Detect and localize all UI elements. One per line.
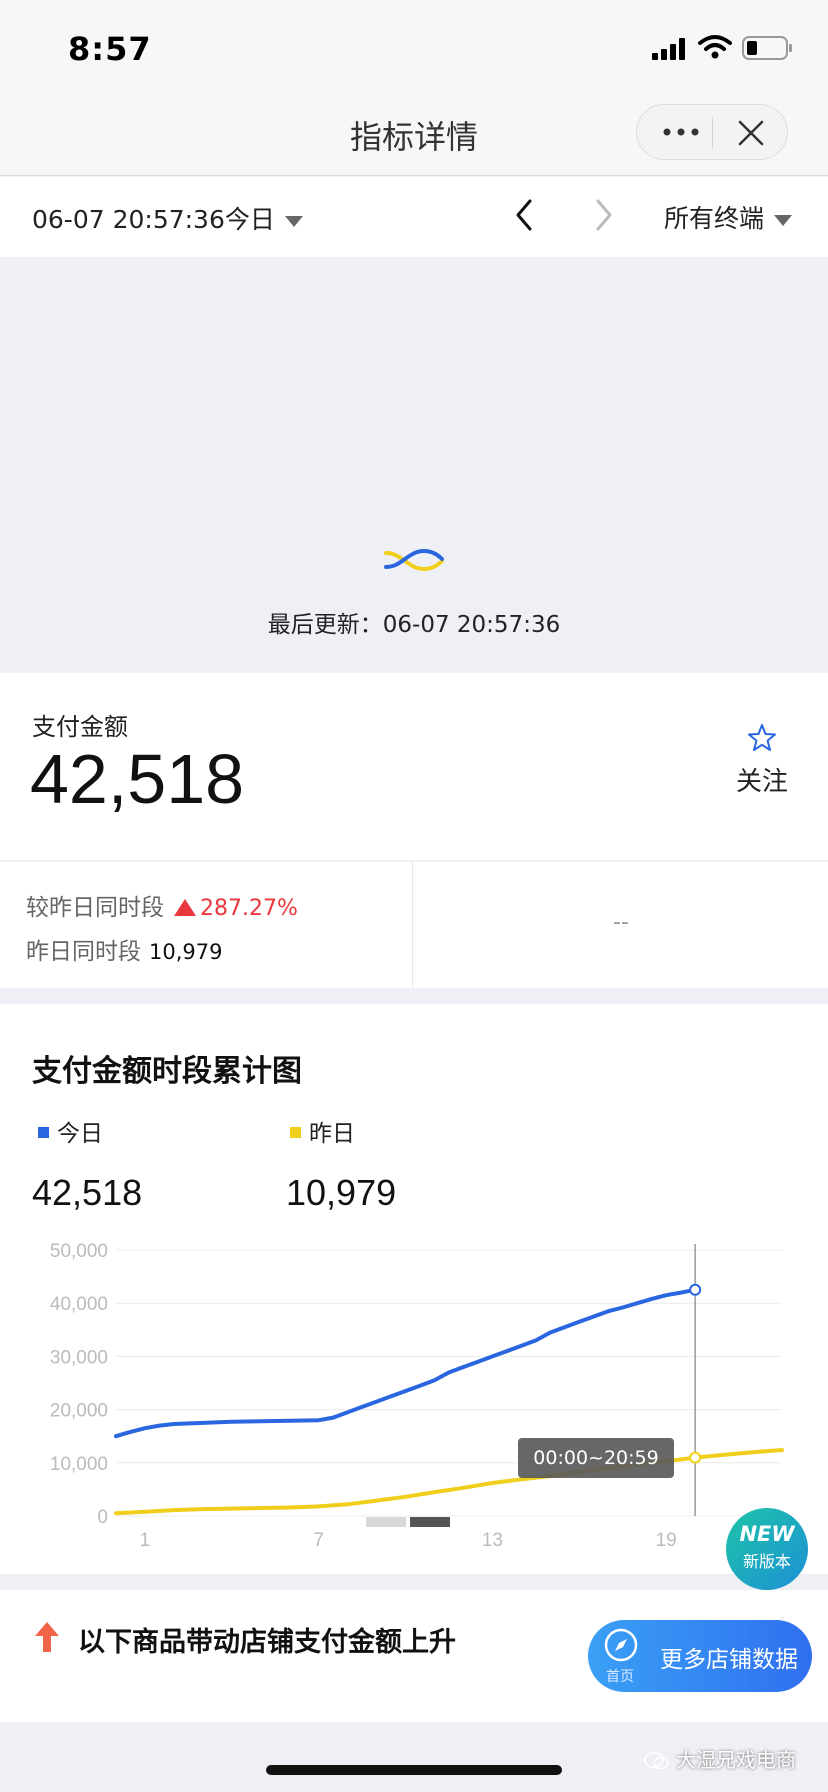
compare-placeholder: -- <box>613 910 629 935</box>
capsule-divider <box>712 117 713 149</box>
pager-dot-active[interactable] <box>410 1517 450 1527</box>
triangle-up-icon <box>174 899 196 916</box>
star-icon <box>748 724 776 751</box>
y-tick-label: 30,000 <box>50 1347 108 1368</box>
chart-card: 支付金额时段累计图 今日 昨日 42,518 10,979 50,000 40,0… <box>0 1004 828 1574</box>
cursor-point-yesterday <box>689 1451 702 1464</box>
status-time: 8:57 <box>68 30 152 68</box>
y-tick-label: 20,000 <box>50 1401 108 1422</box>
cumulative-line-chart[interactable]: 50,00040,00030,00020,00010,000017131922 <box>0 1226 828 1556</box>
x-tick-label: 19 <box>656 1530 677 1551</box>
date-label: 06-07 20:57:36今日 <box>32 205 275 234</box>
legend-square-yesterday <box>290 1127 301 1138</box>
metric-value: 42,518 <box>30 740 245 818</box>
watermark-text: 大湿兄戏电商 <box>676 1748 796 1772</box>
series-line-yesterday <box>114 1448 784 1516</box>
legend-today-label: 今日 <box>57 1121 103 1147</box>
follow-label: 关注 <box>735 767 788 797</box>
legend-yesterday: 昨日 <box>290 1114 355 1148</box>
x-tick-label: 7 <box>313 1530 324 1551</box>
x-tick-label: 1 <box>140 1530 151 1551</box>
y-tick-label: 40,000 <box>50 1294 108 1315</box>
value-today: 42,518 <box>32 1172 143 1213</box>
nav-bar: 指标详情 <box>0 96 828 176</box>
cursor-point-today <box>689 1283 702 1296</box>
date-selector[interactable]: 06-07 20:57:36今日 <box>32 200 303 236</box>
metric-label: 支付金额 <box>32 713 128 741</box>
new-version-badge[interactable]: NEW 新版本 <box>726 1508 808 1590</box>
value-yesterday: 10,979 <box>286 1172 397 1213</box>
watermark: 大湿兄戏电商 <box>644 1744 796 1773</box>
yesterday-label: 昨日同时段 <box>26 939 141 965</box>
compare-percent: 287.27% <box>200 896 298 921</box>
legend-yesterday-label: 昨日 <box>309 1121 355 1147</box>
loading-area: 最后更新：06-07 20:57:36 <box>0 257 828 672</box>
yesterday-value: 10,979 <box>149 940 223 964</box>
driver-products-title: 以下商品带动店铺支付金额上升 <box>78 1627 456 1658</box>
wechat-icon <box>644 1752 669 1770</box>
new-badge-sub: 新版本 <box>742 1552 791 1571</box>
x-tick-label: 13 <box>482 1530 503 1551</box>
close-icon[interactable] <box>737 119 765 147</box>
y-tick-label: 50,000 <box>50 1241 108 1262</box>
new-badge-title: NEW <box>739 1522 795 1546</box>
terminal-label: 所有终端 <box>664 204 765 233</box>
compass-icon <box>604 1628 638 1662</box>
compare-line: 较昨日同时段 287.27% <box>26 888 298 922</box>
terminal-selector[interactable]: 所有终端 <box>664 199 793 235</box>
chart-title: 支付金额时段累计图 <box>32 1054 302 1089</box>
compare-left: 较昨日同时段 287.27% 昨日同时段 10,979 <box>0 862 413 988</box>
metric-card: 支付金额 42,518 关注 <box>0 673 828 860</box>
arrow-up-icon <box>35 1622 59 1652</box>
home-label: 首页 <box>606 1669 634 1685</box>
more-icon[interactable] <box>655 115 713 149</box>
loading-logo-icon <box>384 548 444 572</box>
compare-right: -- <box>414 862 828 988</box>
compare-label: 较昨日同时段 <box>26 895 164 921</box>
series-line-today <box>114 1287 698 1439</box>
home-indicator <box>266 1765 562 1775</box>
last-update-text: 最后更新：06-07 20:57:36 <box>267 612 561 638</box>
signal-icon <box>652 38 685 60</box>
filter-bar: 06-07 20:57:36今日 所有终端 <box>0 177 828 257</box>
yesterday-line: 昨日同时段 10,979 <box>26 932 222 966</box>
battery-icon <box>742 36 792 60</box>
status-bar: 8:57 <box>0 0 828 96</box>
more-store-data-button[interactable]: 首页 更多店铺数据 <box>588 1620 812 1692</box>
chart-tooltip: 00:00~20:59 <box>518 1438 674 1478</box>
more-store-data-label: 更多店铺数据 <box>660 1647 798 1673</box>
legend-today: 今日 <box>38 1114 103 1148</box>
y-tick-label: 0 <box>97 1507 108 1528</box>
follow-button[interactable]: 关注 <box>732 723 792 798</box>
wifi-icon <box>698 35 732 59</box>
caret-down-icon <box>774 214 793 226</box>
chevron-right-icon[interactable] <box>590 197 618 233</box>
chevron-left-icon[interactable] <box>510 197 538 233</box>
compare-row: 较昨日同时段 287.27% 昨日同时段 10,979 -- <box>0 862 828 988</box>
y-tick-label: 10,000 <box>50 1454 108 1475</box>
pager-dot[interactable] <box>366 1517 406 1527</box>
caret-down-icon <box>284 215 303 227</box>
legend-square-today <box>38 1127 49 1138</box>
chart-pager <box>366 1512 454 1531</box>
mini-program-capsule <box>636 104 788 160</box>
